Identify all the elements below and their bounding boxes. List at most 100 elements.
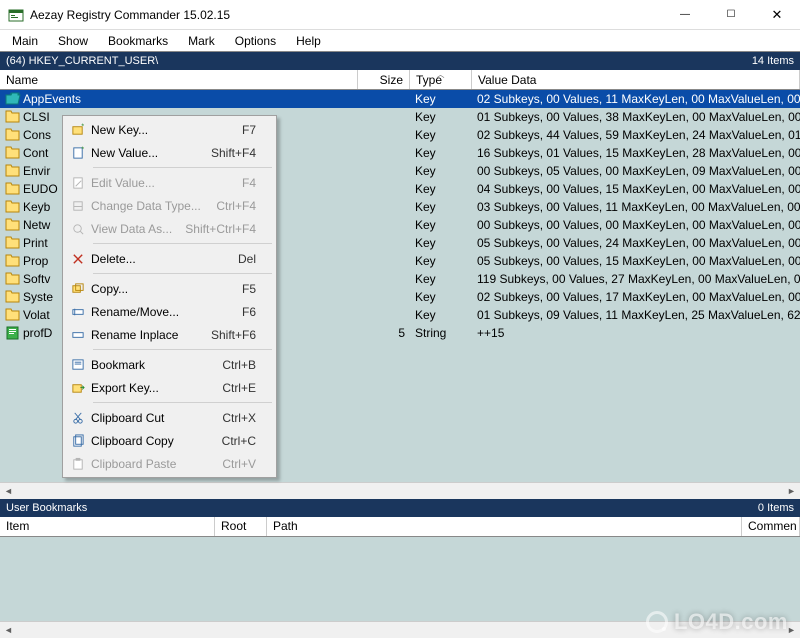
row-name: Prop [23,254,48,268]
menu-item-bookmark[interactable]: BookmarkCtrl+B [65,353,274,376]
menu-options[interactable]: Options [227,32,284,50]
menu-item-view-data-as: View Data As...Shift+Ctrl+F4 [65,217,274,240]
menu-separator [93,273,272,274]
rename-icon [65,305,91,319]
menu-bookmarks[interactable]: Bookmarks [100,32,176,50]
row-value: 00 Subkeys, 00 Values, 00 MaxKeyLen, 00 … [472,218,800,232]
row-name: AppEvents [23,92,81,106]
row-type: Key [410,290,472,304]
menu-item-export-key[interactable]: Export Key...Ctrl+E [65,376,274,399]
cut-icon [65,411,91,425]
col-type[interactable]: ︿Type [410,70,472,89]
folder-icon [5,290,21,304]
row-type: Key [410,92,472,106]
menu-help[interactable]: Help [288,32,329,50]
menu-item-new-value[interactable]: *New Value...Shift+F4 [65,141,274,164]
paste-icon [65,457,91,471]
col-size[interactable]: Size [358,70,410,89]
menu-item-label: View Data As... [91,222,185,236]
row-type: Key [410,200,472,214]
svg-text:*: * [81,146,84,154]
folder-icon [5,272,21,286]
menu-item-label: Clipboard Cut [91,411,222,425]
menu-mark[interactable]: Mark [180,32,223,50]
row-name: Netw [23,218,50,232]
row-value: 02 Subkeys, 00 Values, 17 MaxKeyLen, 00 … [472,290,800,304]
row-name: profD [23,326,52,340]
menu-item-copy[interactable]: Copy...F5 [65,277,274,300]
path-bar: (64) HKEY_CURRENT_USER\ 14 Items [0,52,800,70]
row-type: Key [410,272,472,286]
menu-item-delete[interactable]: Delete...Del [65,247,274,270]
bm-col-comment[interactable]: Commen [742,517,800,536]
menu-separator [93,349,272,350]
row-value: 01 Subkeys, 09 Values, 11 MaxKeyLen, 25 … [472,308,800,322]
folder-icon [5,182,21,196]
sort-indicator-icon: ︿ [437,69,445,80]
menu-show[interactable]: Show [50,32,96,50]
menu-item-label: Export Key... [91,381,222,395]
row-type: Key [410,182,472,196]
row-value: 05 Subkeys, 00 Values, 24 MaxKeyLen, 00 … [472,236,800,250]
menu-item-label: Clipboard Copy [91,434,222,448]
menu-item-label: Copy... [91,282,242,296]
menu-separator [93,167,272,168]
folder-icon [5,308,21,322]
row-type: Key [410,236,472,250]
menu-item-rename-move[interactable]: Rename/Move...F6 [65,300,274,323]
menu-item-shortcut: Ctrl+B [222,358,256,372]
export-icon [65,381,91,395]
row-value: 01 Subkeys, 00 Values, 38 MaxKeyLen, 00 … [472,110,800,124]
bm-col-root[interactable]: Root [215,517,267,536]
folder-icon [5,146,21,160]
menu-item-clipboard-cut[interactable]: Clipboard CutCtrl+X [65,406,274,429]
bookmarks-header: Item Root Path Commen [0,517,800,537]
row-value: 16 Subkeys, 01 Values, 15 MaxKeyLen, 28 … [472,146,800,160]
bookmarks-bar: User Bookmarks 0 Items [0,499,800,517]
menu-main[interactable]: Main [4,32,46,50]
row-name: Print [23,236,48,250]
bookmarks-title: User Bookmarks [6,502,758,514]
svg-text:*: * [81,123,84,131]
app-icon [8,7,24,23]
menu-item-shortcut: Del [238,252,256,266]
row-name: Cons [23,128,51,142]
scroll-right-icon[interactable]: ► [783,483,800,500]
folder-icon [5,236,21,250]
row-name: Volat [23,308,50,322]
menu-item-rename-inplace[interactable]: Rename InplaceShift+F6 [65,323,274,346]
menu-item-shortcut: F7 [242,123,256,137]
row-value: 02 Subkeys, 44 Values, 59 MaxKeyLen, 24 … [472,128,800,142]
menu-item-shortcut: Ctrl+V [222,457,256,471]
view-icon [65,222,91,236]
menu-item-label: Bookmark [91,358,222,372]
grid-row[interactable]: AppEventsKey02 Subkeys, 00 Values, 11 Ma… [0,90,800,108]
minimize-button[interactable]: ― [662,0,708,30]
menu-item-shortcut: F6 [242,305,256,319]
menu-item-new-key[interactable]: *New Key...F7 [65,118,274,141]
col-name[interactable]: Name [0,70,358,89]
close-button[interactable]: ✕ [754,0,800,30]
window-title: Aezay Registry Commander 15.02.15 [30,8,662,22]
scroll-left-icon[interactable]: ◄ [0,483,17,500]
menu-item-label: Clipboard Paste [91,457,222,471]
bm-col-item[interactable]: Item [0,517,215,536]
menu-item-shortcut: Ctrl+E [222,381,256,395]
col-value[interactable]: Value Data [472,70,800,89]
row-name: Syste [23,290,53,304]
folder-icon [5,218,21,232]
grid-header: Name Size ︿Type Value Data [0,70,800,90]
watermark: LO4D.com [646,609,788,635]
watermark-icon [646,611,668,633]
row-size: 5 [358,326,410,340]
menu-item-clipboard-copy[interactable]: Clipboard CopyCtrl+C [65,429,274,452]
scroll-left-icon[interactable]: ◄ [0,622,17,639]
row-type: Key [410,128,472,142]
rename-inplace-icon [65,328,91,342]
folder-open-icon [5,92,21,106]
row-value: 119 Subkeys, 00 Values, 27 MaxKeyLen, 00… [472,272,800,286]
row-value: 04 Subkeys, 00 Values, 15 MaxKeyLen, 00 … [472,182,800,196]
maximize-button[interactable]: ☐ [708,0,754,30]
bm-col-path[interactable]: Path [267,517,742,536]
grid-scrollbar[interactable]: ◄ ► [0,482,800,499]
